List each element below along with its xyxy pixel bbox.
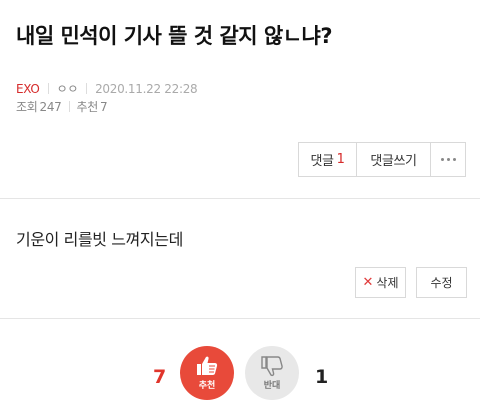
upvote-button[interactable]: 추천: [180, 346, 234, 400]
section-divider: [0, 318, 480, 319]
write-comment-label: 댓글쓰기: [370, 154, 417, 169]
comments-button[interactable]: 댓글 1: [299, 143, 357, 176]
thumbs-down-icon: [261, 356, 283, 377]
downvote-count: 1: [315, 366, 329, 388]
write-comment-button[interactable]: 댓글쓰기: [357, 143, 431, 176]
post-stats: 조회 247 추천 7: [16, 98, 108, 115]
meta-divider: [47, 83, 49, 94]
edit-button[interactable]: 수정: [416, 267, 467, 298]
delete-button[interactable]: ✕ 삭제: [355, 267, 406, 298]
post-action-bar: 댓글 1 댓글쓰기: [298, 142, 466, 177]
delete-label: 삭제: [376, 276, 399, 290]
views-count: 247: [39, 99, 62, 114]
category-link[interactable]: EXO: [16, 82, 40, 96]
more-button[interactable]: [431, 143, 465, 176]
more-dots-icon: [440, 158, 456, 161]
post-body: 기운이 리를빗 느껴지는데: [16, 230, 183, 249]
post-datetime: 2020.11.22 22:28: [95, 81, 198, 96]
edit-label: 수정: [430, 276, 453, 290]
meta-divider: [68, 101, 70, 112]
author-name[interactable]: ㅇㅇ: [57, 80, 79, 97]
recommend-count: 7: [99, 99, 108, 114]
close-icon: ✕: [362, 275, 374, 290]
meta-divider: [86, 83, 88, 94]
thumbs-up-icon: [197, 356, 218, 375]
comments-count: 1: [336, 152, 345, 167]
upvote-label: 추천: [198, 381, 216, 391]
comments-label: 댓글: [310, 154, 335, 169]
post-title: 내일 민석이 기사 뜰 것 같지 않ㄴ냐?: [16, 24, 333, 48]
section-divider: [0, 198, 480, 199]
upvote-count: 7: [153, 366, 167, 388]
recommend-label: 추천: [76, 100, 99, 114]
downvote-label: 반대: [263, 381, 281, 391]
downvote-button[interactable]: 반대: [245, 346, 299, 400]
views-label: 조회: [16, 100, 38, 114]
post-meta: EXO ㅇㅇ 2020.11.22 22:28: [16, 80, 198, 97]
